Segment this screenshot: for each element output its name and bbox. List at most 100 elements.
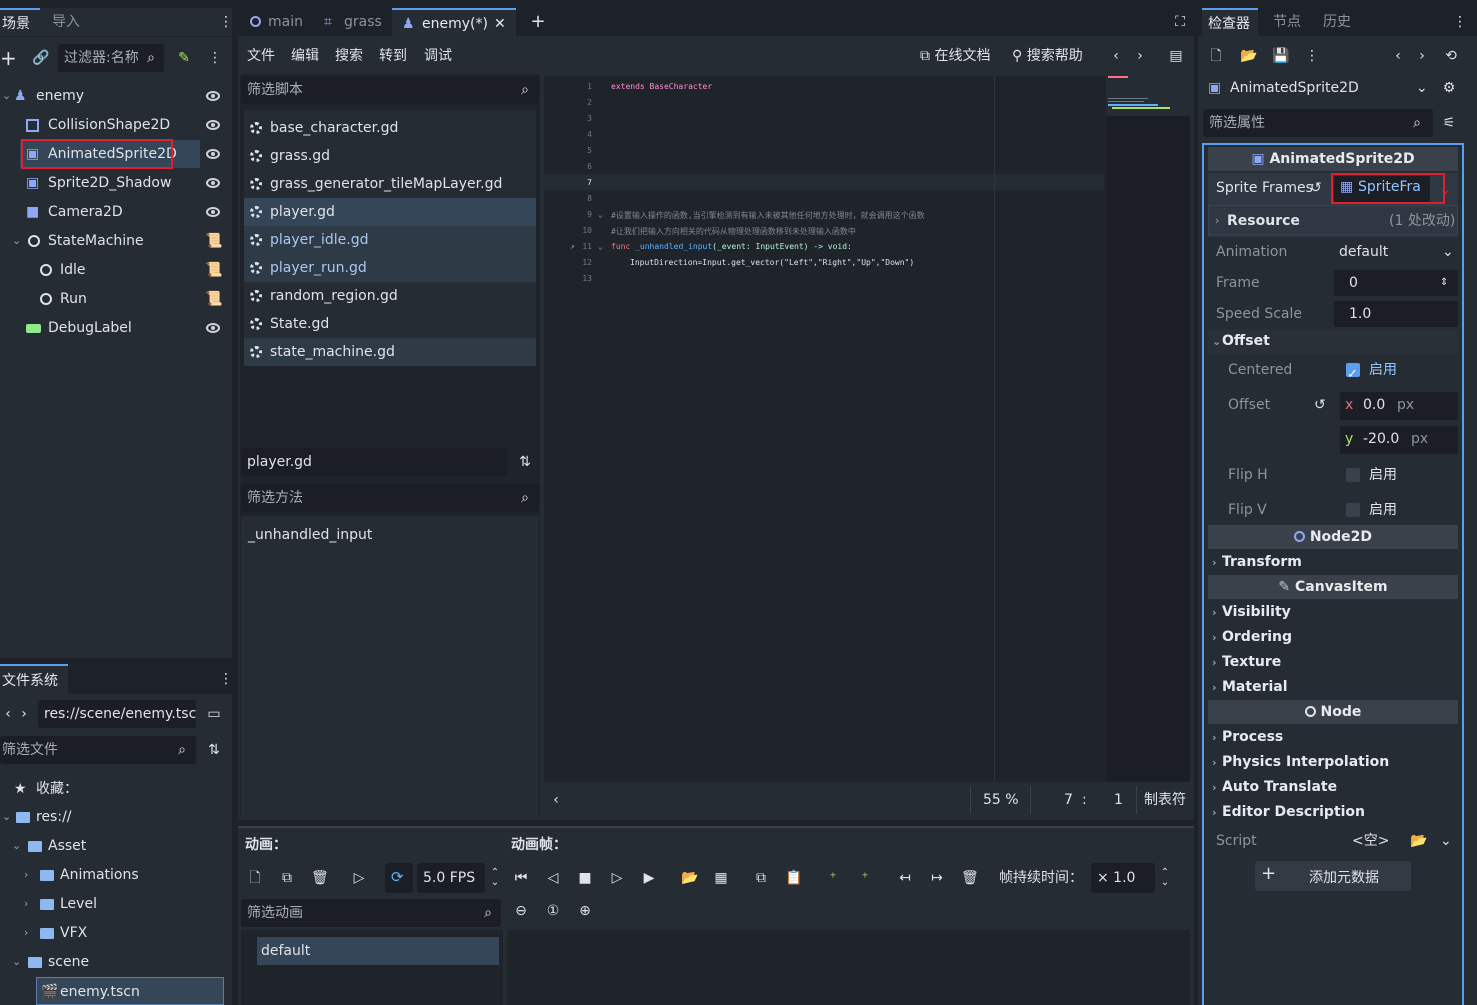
zoom-reset-icon[interactable]: ①	[545, 903, 561, 919]
tree-item-camera2d[interactable]: ■ Camera2D	[0, 198, 230, 226]
online-docs-button[interactable]: ⧉ 在线文档	[920, 42, 990, 70]
duplicate-animation-icon[interactable]: ⧉	[279, 870, 295, 886]
offset-section[interactable]: ⌄Offset	[1208, 329, 1458, 353]
tab-main[interactable]: main	[246, 8, 312, 36]
script-item[interactable]: grass_generator_tileMapLayer.gd	[244, 170, 536, 198]
filesystem-path-input[interactable]: res://scene/enemy.tscn	[38, 700, 196, 728]
script-property[interactable]: Script <空> 📂 ⌄	[1208, 826, 1458, 856]
speed-scale-property[interactable]: Speed Scale 1.0	[1208, 299, 1458, 329]
zoom-out-icon[interactable]: ⊖	[513, 903, 529, 919]
centered-checkbox[interactable]	[1346, 360, 1360, 390]
flip-v-property[interactable]: Flip V 启用	[1208, 495, 1458, 525]
spin-arrows-icon[interactable]: ⌃ ⌄	[487, 868, 503, 888]
filesystem-menu-icon[interactable]: ⋮	[218, 671, 234, 687]
object-history-icon[interactable]: ⟲	[1443, 48, 1459, 64]
fs-item-level[interactable]: › Level	[0, 890, 230, 918]
visibility-eye-icon[interactable]	[206, 149, 220, 159]
tab-history[interactable]: 历史	[1323, 8, 1351, 36]
centered-property[interactable]: Centered 启用	[1208, 355, 1458, 390]
menu-search[interactable]: 搜索	[335, 42, 363, 70]
fold-arrow-icon[interactable]: ⌄	[598, 242, 603, 251]
zoom-in-icon[interactable]: ⊕	[577, 903, 593, 919]
script-icon[interactable]: 📜	[205, 291, 222, 307]
tab-import[interactable]: 导入	[52, 8, 80, 36]
section-editor-description[interactable]: › Editor Description	[1208, 800, 1458, 824]
menu-edit[interactable]: 编辑	[291, 42, 319, 70]
filter-options-icon[interactable]: ⚟	[1441, 115, 1457, 131]
property-filter-input[interactable]: 筛选属性	[1203, 109, 1433, 137]
animation-item-default[interactable]: default	[257, 937, 499, 965]
autoplay-icon[interactable]: ▷	[351, 870, 367, 886]
script-item[interactable]: grass.gd	[244, 142, 536, 170]
script-item-selected[interactable]: player.gd	[244, 198, 536, 226]
collapse-left-icon[interactable]: ‹	[548, 792, 564, 808]
tab-grass[interactable]: ⌗ grass	[322, 8, 388, 36]
new-resource-icon[interactable]: 🗋	[1208, 48, 1224, 64]
scene-options-icon[interactable]: ⋮	[207, 50, 223, 66]
spritesheet-icon[interactable]: ▦	[713, 870, 729, 886]
flip-v-checkbox[interactable]	[1346, 503, 1360, 517]
fs-item-favorites[interactable]: ★ 收藏：	[0, 775, 230, 803]
first-frame-icon[interactable]: ⏮	[513, 870, 529, 886]
script-icon[interactable]: 📜	[205, 233, 222, 249]
method-filter-input[interactable]: 筛选方法	[241, 484, 539, 512]
move-right-icon[interactable]: ↦	[929, 870, 945, 886]
toggle-panel-icon[interactable]: ▤	[1168, 48, 1184, 64]
tree-item-idle[interactable]: Idle	[0, 256, 230, 284]
resource-subsection[interactable]: › Resource (1 处改动)	[1208, 205, 1458, 235]
link-icon[interactable]: 🔗	[32, 50, 49, 66]
script-item[interactable]: player_idle.gd	[244, 226, 536, 254]
frame-duration-input[interactable]: × 1.0	[1091, 863, 1155, 893]
add-node-icon[interactable]: +	[0, 48, 17, 68]
visibility-eye-icon[interactable]	[206, 207, 220, 217]
tab-enemy[interactable]: ♟ enemy(*) ✕	[392, 8, 516, 36]
new-animation-icon[interactable]: 🗋	[247, 870, 263, 886]
code-line-11[interactable]: func _unhandled_input(_event: InputEvent…	[611, 242, 852, 251]
node-tools-icon[interactable]: ⚙	[1441, 80, 1457, 96]
section-process[interactable]: › Process	[1208, 725, 1458, 749]
tab-inspector[interactable]: 检查器	[1202, 8, 1258, 36]
tree-item-sprite2d-shadow[interactable]: ▣ Sprite2D_Shadow	[0, 169, 230, 197]
visibility-eye-icon[interactable]	[206, 323, 220, 333]
script-filter-input[interactable]: 筛选脚本	[241, 76, 539, 104]
insert-before-icon[interactable]: ⁺	[825, 870, 841, 886]
offset-y-input[interactable]: -20.0	[1363, 424, 1399, 454]
visibility-eye-icon[interactable]	[206, 91, 220, 101]
play-backwards-icon[interactable]: ◁	[545, 870, 561, 886]
code-line-12[interactable]: InputDirection=Input.get_vector("Left","…	[630, 258, 914, 267]
filesystem-filter-input[interactable]: 筛选文件	[0, 736, 196, 764]
code-line-10[interactable]: #让我们把输入方向相关的代码从物理处理函数移到未处理输入函数中	[611, 226, 856, 237]
inspector-menu-icon[interactable]: ⋮	[1452, 14, 1468, 30]
frame-property[interactable]: Frame 0 ⇕	[1208, 268, 1458, 298]
tab-scene[interactable]: 场景	[0, 8, 40, 36]
attach-script-icon[interactable]: ✎	[176, 50, 192, 66]
add-metadata-button[interactable]: + 添加元数据	[1255, 861, 1411, 891]
tree-item-enemy[interactable]: ⌄ ♟ enemy	[0, 82, 230, 110]
load-frames-icon[interactable]: 📂	[681, 870, 698, 886]
tree-item-run[interactable]: Run	[0, 285, 230, 313]
fs-item-asset[interactable]: ⌄ Asset	[0, 832, 230, 860]
revert-icon[interactable]: ↺	[1314, 390, 1326, 420]
tree-item-statemachine[interactable]: ⌄ StateMachine	[0, 227, 230, 255]
chevron-down-icon[interactable]: ⌄	[1440, 826, 1452, 856]
script-item[interactable]: state_machine.gd	[244, 338, 536, 366]
forward-icon[interactable]: ›	[16, 706, 32, 722]
play-from-start-icon[interactable]: ▷	[609, 870, 625, 886]
search-help-button[interactable]: ⚲ 搜索帮助	[1012, 42, 1083, 70]
code-line-1[interactable]: extends BaseCharacter	[611, 82, 712, 91]
script-icon[interactable]: 📜	[205, 262, 222, 278]
sort-icon[interactable]: ⇅	[517, 454, 533, 470]
menu-debug[interactable]: 调试	[424, 42, 452, 70]
section-texture[interactable]: › Texture	[1208, 650, 1458, 674]
indent-mode[interactable]: 制表符	[1144, 786, 1186, 814]
script-item[interactable]: random_region.gd	[244, 282, 536, 310]
back-icon[interactable]: ‹	[0, 706, 16, 722]
history-forward-icon[interactable]: ›	[1132, 48, 1148, 64]
save-resource-icon[interactable]: 💾	[1272, 48, 1289, 64]
zoom-level[interactable]: 55 %	[983, 786, 1019, 814]
script-item[interactable]: player_run.gd	[244, 254, 536, 282]
close-icon[interactable]: ✕	[494, 10, 506, 38]
fold-arrow-icon[interactable]: ⌄	[598, 210, 603, 219]
copy-icon[interactable]: ⧉	[753, 870, 769, 886]
delete-frame-icon[interactable]: 🗑	[961, 870, 979, 886]
